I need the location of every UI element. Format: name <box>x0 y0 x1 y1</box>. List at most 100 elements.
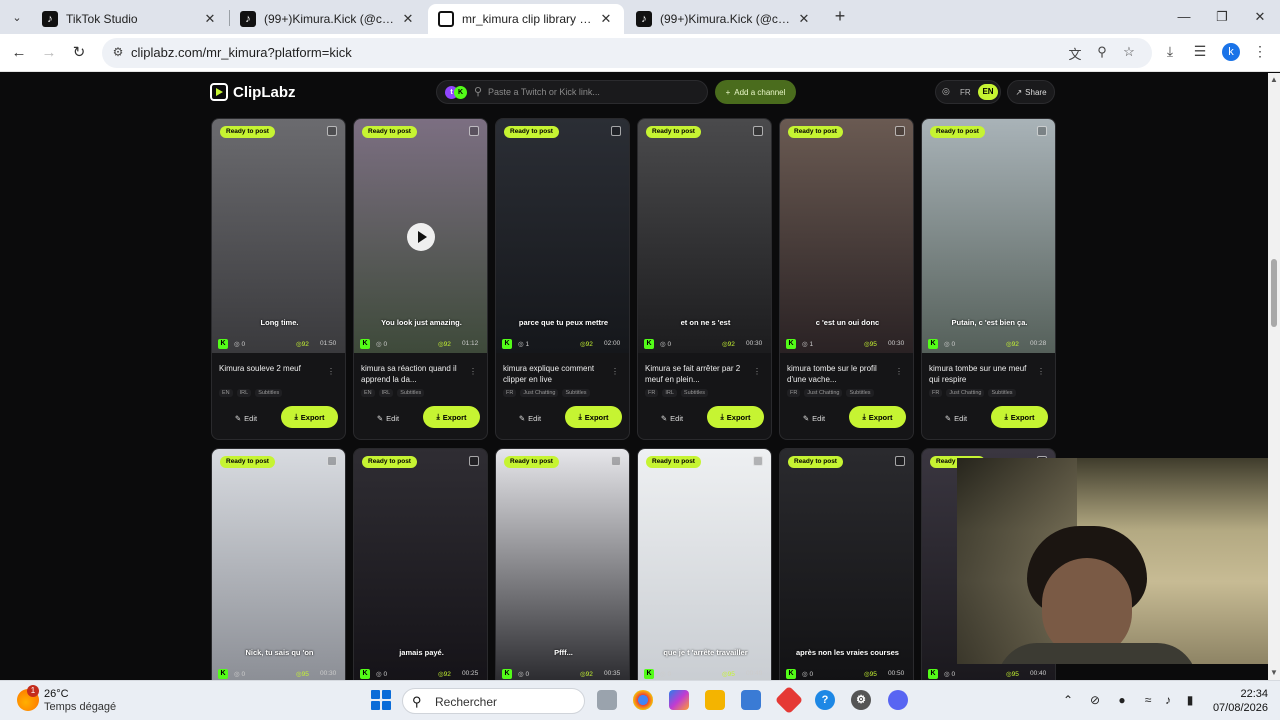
clip-card[interactable]: Ready to post Pfff... K ◎ 0 ◎92 00:35 <box>495 448 630 680</box>
discord-icon[interactable] <box>888 690 908 710</box>
minimize-button[interactable]: — <box>1172 6 1196 28</box>
export-button[interactable]: ⤓ Export <box>423 406 480 428</box>
address-bar[interactable]: ⚙ cliplabz.com/mr_kimura?platform=kick 文… <box>102 38 1152 68</box>
tab-kimura-kick[interactable]: ♪ (99+)Kimura.Kick (@clip2kimura) ✕ <box>230 4 426 34</box>
close-icon[interactable]: ✕ <box>598 11 614 27</box>
tab-tiktok-studio[interactable]: ♪ TikTok Studio ✕ <box>32 4 228 34</box>
clip-card[interactable]: Ready to post jamais payé. K ◎ 0 ◎92 00:… <box>353 448 488 680</box>
clip-title[interactable]: kimura explique comment clipper en live <box>503 363 603 385</box>
select-checkbox[interactable] <box>469 126 479 136</box>
clip-title[interactable]: Kimura se fait arrêter par 2 meuf en ple… <box>645 363 745 385</box>
add-channel-button[interactable]: + Add a channel <box>715 80 796 104</box>
clip-thumbnail[interactable] <box>638 449 771 680</box>
store-icon[interactable] <box>741 690 761 710</box>
download-icon[interactable]: ⤓ <box>1160 43 1180 63</box>
export-button[interactable]: ⤓ Export <box>707 406 764 428</box>
export-button[interactable]: ⤓ Export <box>281 406 338 428</box>
media-control-icon[interactable]: ☰ <box>1190 43 1210 63</box>
wifi-icon[interactable]: ≈ <box>1140 692 1156 708</box>
edit-button[interactable]: ✎ Edit <box>792 408 836 428</box>
clip-card[interactable]: Ready to post Nick, tu sais qu 'on K ◎ 0… <box>211 448 346 680</box>
clip-card[interactable]: Ready to post c 'est un oui donc K ◎ 1 ◎… <box>779 118 914 440</box>
select-checkbox[interactable] <box>469 456 479 466</box>
more-options-icon[interactable]: ⋮ <box>611 367 619 376</box>
edit-button[interactable]: ✎ Edit <box>366 408 410 428</box>
language-switcher[interactable]: ◎ FR EN <box>935 80 1001 104</box>
more-options-icon[interactable]: ⋮ <box>327 367 335 376</box>
maximize-button[interactable]: ❐ <box>1210 6 1234 28</box>
microphone-icon[interactable]: ● <box>1114 692 1130 708</box>
tab-cliplabz[interactable]: mr_kimura clip library | ClipLabz ✕ <box>428 4 624 34</box>
tab-search-dropdown[interactable]: ⌄ <box>6 6 28 28</box>
help-icon[interactable]: ? <box>815 690 835 710</box>
forward-button[interactable]: → <box>38 42 60 64</box>
clip-thumbnail[interactable] <box>780 449 913 680</box>
close-window-button[interactable]: ✕ <box>1248 6 1272 28</box>
clip-card[interactable]: Ready to post Long time. K ◎ 0 ◎92 01:50… <box>211 118 346 440</box>
select-checkbox[interactable] <box>611 456 621 466</box>
select-checkbox[interactable] <box>753 126 763 136</box>
clip-card[interactable]: Ready to post et on ne s 'est K ◎ 0 ◎92 … <box>637 118 772 440</box>
select-checkbox[interactable] <box>895 456 905 466</box>
clip-card[interactable]: Ready to post après non les vraies cours… <box>779 448 914 680</box>
edit-button[interactable]: ✎ Edit <box>508 408 552 428</box>
select-checkbox[interactable] <box>327 126 337 136</box>
taskbar-search[interactable]: ⚲ Rechercher <box>402 688 585 714</box>
clip-card[interactable]: Ready to post You look just amazing. K ◎… <box>353 118 488 440</box>
clip-title[interactable]: kimura tombe sur une meuf qui respire <box>929 363 1029 385</box>
clip-card[interactable]: Ready to post Putain, c 'est bien ça. K … <box>921 118 1056 440</box>
new-tab-button[interactable]: + <box>830 6 850 26</box>
edit-button[interactable]: ✎ Edit <box>224 408 268 428</box>
clip-title[interactable]: Kimura souleve 2 meuf <box>219 363 319 374</box>
edit-button[interactable]: ✎ Edit <box>934 408 978 428</box>
export-button[interactable]: ⤓ Export <box>849 406 906 428</box>
close-icon[interactable]: ✕ <box>400 11 416 27</box>
network-off-icon[interactable]: ⊘ <box>1087 692 1103 708</box>
select-checkbox[interactable] <box>1037 126 1047 136</box>
export-button[interactable]: ⤓ Export <box>565 406 622 428</box>
edit-button[interactable]: ✎ Edit <box>650 408 694 428</box>
close-icon[interactable]: ✕ <box>796 11 812 27</box>
scroll-down-icon[interactable]: ▼ <box>1270 668 1278 677</box>
clip-thumbnail[interactable] <box>212 449 345 680</box>
clip-card[interactable]: Ready to post que je t 'arrête travaille… <box>637 448 772 680</box>
task-view-icon[interactable] <box>597 690 617 710</box>
more-options-icon[interactable]: ⋮ <box>469 367 477 376</box>
start-button[interactable] <box>371 690 391 710</box>
select-checkbox[interactable] <box>895 126 905 136</box>
tray-expand-icon[interactable]: ⌃ <box>1060 692 1076 708</box>
battery-icon[interactable]: ▮ <box>1182 692 1198 708</box>
settings-icon[interactable]: ⚙ <box>851 690 871 710</box>
profile-avatar[interactable]: k <box>1222 43 1240 61</box>
bookmark-star-icon[interactable]: ☆ <box>1120 44 1138 62</box>
tab-kimura-kick-2[interactable]: ♪ (99+)Kimura.Kick (@clip2kimura) ✕ <box>626 4 822 34</box>
more-options-icon[interactable]: ⋮ <box>895 367 903 376</box>
menu-icon[interactable]: ⋮ <box>1250 43 1270 63</box>
translate-icon[interactable]: 文 <box>1066 44 1084 62</box>
select-checkbox[interactable] <box>327 456 337 466</box>
select-checkbox[interactable] <box>753 456 763 466</box>
back-button[interactable]: ← <box>8 42 30 64</box>
export-button[interactable]: ⤓ Export <box>991 406 1048 428</box>
clip-card[interactable]: Ready to post parce que tu peux mettre K… <box>495 118 630 440</box>
clip-thumbnail[interactable] <box>354 449 487 680</box>
app-icon[interactable] <box>774 685 804 715</box>
copilot-icon[interactable] <box>669 690 689 710</box>
reload-button[interactable]: ↻ <box>68 42 90 64</box>
scroll-up-icon[interactable]: ▲ <box>1270 75 1278 84</box>
clip-title[interactable]: kimura sa réaction quand il apprend la d… <box>361 363 461 385</box>
cliplabz-logo[interactable]: ClipLabz <box>210 83 296 101</box>
page-scrollbar[interactable]: ▲ ▼ <box>1268 73 1280 680</box>
more-options-icon[interactable]: ⋮ <box>1037 367 1045 376</box>
close-icon[interactable]: ✕ <box>202 11 218 27</box>
clip-title[interactable]: kimura tombe sur le profil d'une vache..… <box>787 363 887 385</box>
volume-icon[interactable]: ♪ <box>1160 692 1176 708</box>
more-options-icon[interactable]: ⋮ <box>753 367 761 376</box>
lang-fr-option[interactable]: FR <box>960 88 971 97</box>
zoom-icon[interactable]: ⚲ <box>1093 44 1111 62</box>
system-clock[interactable]: 22:34 07/08/2026 <box>1208 687 1268 715</box>
clip-thumbnail[interactable] <box>496 449 629 680</box>
file-explorer-icon[interactable] <box>705 690 725 710</box>
link-search-input[interactable]: t K ⚲ Paste a Twitch or Kick link... <box>436 80 708 104</box>
chrome-icon[interactable] <box>633 690 653 710</box>
